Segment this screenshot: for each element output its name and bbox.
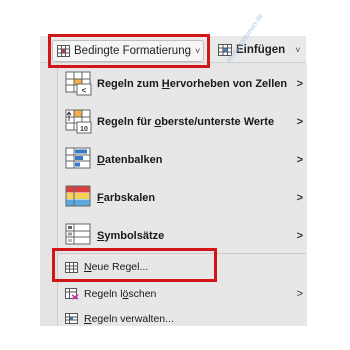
submenu-arrow-icon: > — [296, 288, 303, 300]
submenu-arrow-icon: > — [296, 192, 303, 204]
submenu-arrow-icon: > — [296, 230, 303, 242]
menu-item-color-scales[interactable]: Farbskalen > — [57, 181, 306, 215]
menu-item-label: Regeln für oberste/unterste Werte — [97, 116, 275, 128]
top-bottom-rules-icon: 10 — [65, 107, 93, 138]
top-ten-badge: 10 — [80, 126, 88, 133]
submenu-arrow-icon: > — [296, 154, 303, 166]
clear-rules-icon — [65, 288, 79, 303]
submenu-arrow-icon: > — [296, 116, 303, 128]
menu-item-highlight-cells-rules[interactable]: < Regeln zum Hervorheben von Zellen > — [57, 67, 306, 101]
menu-item-label: Symbolsätze — [97, 230, 165, 242]
menu-item-label: Regeln löschen — [84, 288, 157, 300]
less-than-badge: < — [82, 86, 87, 95]
menu-item-label: Datenbalken — [97, 154, 163, 166]
chevron-down-icon: ˅ — [295, 45, 301, 55]
data-bars-icon — [65, 145, 93, 176]
highlight-cells-rules-icon: < — [65, 69, 93, 100]
color-scales-icon — [65, 183, 93, 214]
menu-item-label: Farbskalen — [97, 192, 156, 204]
menu-item-label: Regeln zum Hervorheben von Zellen — [97, 78, 288, 90]
menu-item-top-bottom-rules[interactable]: 10 Regeln für oberste/unterste Werte > — [57, 105, 306, 139]
icon-sets-icon — [65, 221, 93, 252]
menu-item-data-bars[interactable]: Datenbalken > — [57, 143, 306, 177]
manage-rules-icon — [65, 313, 78, 327]
highlight-box-conditional-formatting — [48, 34, 210, 68]
submenu-arrow-icon: > — [296, 78, 303, 90]
menu-item-label: Regeln verwalten... — [84, 313, 174, 325]
menu-item-clear-rules[interactable]: Regeln löschen > — [57, 283, 306, 305]
highlight-box-new-rule — [52, 248, 217, 282]
menu-item-manage-rules[interactable]: Regeln verwalten... — [57, 308, 306, 330]
